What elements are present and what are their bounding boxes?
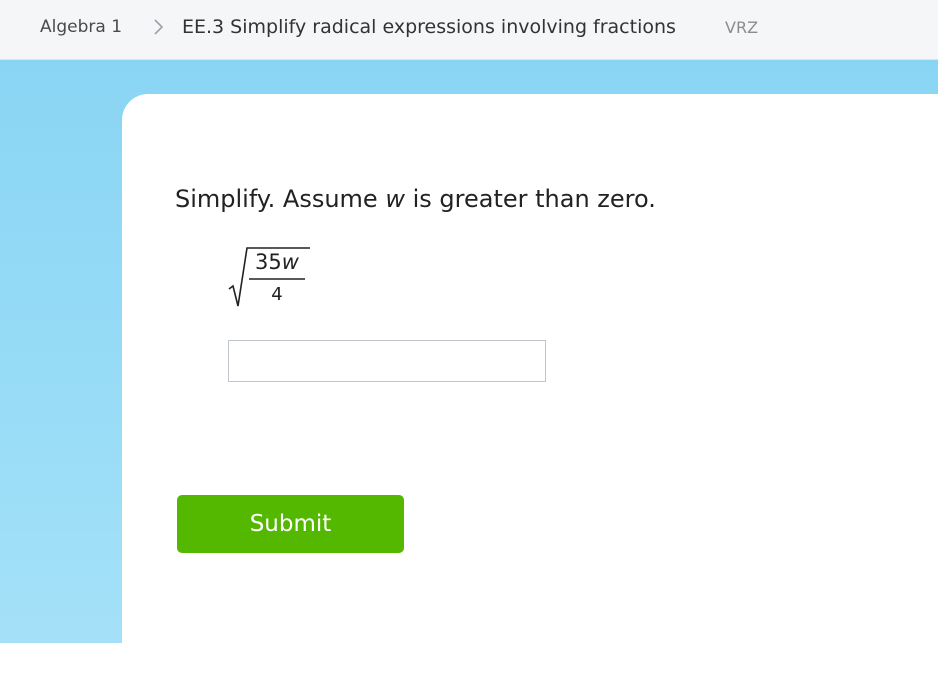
prompt-text-start: Simplify. Assume xyxy=(175,185,386,213)
question-card xyxy=(122,94,938,694)
breadcrumb: Algebra 1 EE.3 Simplify radical expressi… xyxy=(0,0,938,60)
submit-button[interactable]: Submit xyxy=(177,495,404,553)
fraction-denominator: 4 xyxy=(271,284,283,305)
prompt-text-end: is greater than zero. xyxy=(404,185,656,213)
skill-code: VRZ xyxy=(725,18,759,37)
prompt-variable: w xyxy=(385,185,405,213)
fraction-numerator: 35w xyxy=(248,250,306,274)
breadcrumb-root-link[interactable]: Algebra 1 xyxy=(40,17,122,37)
radical-expression: 35w 4 xyxy=(226,244,316,314)
numerator-variable: w xyxy=(281,250,299,274)
question-prompt: Simplify. Assume w is greater than zero. xyxy=(175,185,656,213)
numerator-number: 35 xyxy=(255,250,282,274)
skill-title: EE.3 Simplify radical expressions involv… xyxy=(182,16,676,38)
answer-input[interactable] xyxy=(228,340,546,382)
chevron-right-icon xyxy=(152,16,166,38)
